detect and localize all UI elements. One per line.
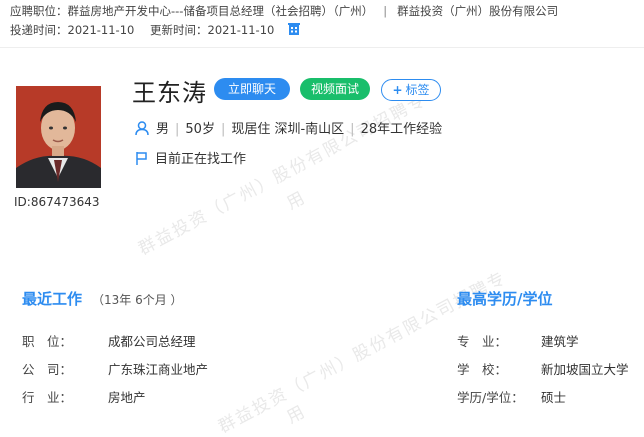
date-line: 投递时间：2021-11-10 更新时间：2021-11-10 bbox=[10, 22, 300, 38]
work-company-label: 公 司： bbox=[22, 362, 73, 377]
edu-major-label: 专 业： bbox=[457, 334, 508, 349]
update-date: 2021-11-10 bbox=[207, 23, 275, 37]
work-position-value: 成都公司总经理 bbox=[108, 334, 196, 349]
separator: | bbox=[383, 4, 388, 18]
plus-icon: + bbox=[392, 83, 403, 97]
candidate-info: 男 | 50岁 | 现居住 深圳-南山区 | 28年工作经验 bbox=[135, 118, 442, 137]
candidate-name: 王东涛 bbox=[132, 79, 207, 107]
work-industry-label: 行 业： bbox=[22, 390, 73, 405]
chat-now-button[interactable]: 立即聊天 bbox=[214, 78, 290, 100]
avatar-photo bbox=[16, 86, 101, 188]
position-line: 应聘职位：群益房地产开发中心---储备项目总经理（社会招聘）（广州） | 群益投资（… bbox=[10, 3, 558, 19]
edu-degree-label: 学历/学位： bbox=[457, 390, 524, 405]
work-industry-value: 房地产 bbox=[108, 390, 146, 405]
edu-school-value: 新加坡国立大学 bbox=[541, 362, 629, 377]
building-icon[interactable] bbox=[288, 23, 300, 36]
video-interview-button[interactable]: 视频面试 bbox=[300, 78, 370, 100]
work-company-value: 广东珠江商业地产 bbox=[108, 362, 209, 377]
submit-date: 2021-11-10 bbox=[67, 23, 135, 37]
watermark-text: 群益投资（广州）股份有限公司招聘专 bbox=[135, 90, 430, 260]
watermark-text-4: 用 bbox=[283, 401, 310, 428]
company-name: 群益投资（广州）股份有限公司 bbox=[397, 4, 559, 18]
work-position-label: 职 位： bbox=[22, 334, 73, 349]
residence: 现居住 深圳-南山区 bbox=[231, 122, 345, 137]
position-label: 应聘职位： bbox=[10, 4, 68, 18]
education-title: 最高学历/学位 bbox=[457, 290, 553, 308]
candidate-id: ID:867473643 bbox=[14, 195, 100, 209]
add-tag-button[interactable]: + 标签 bbox=[381, 79, 441, 101]
add-tag-label: 标签 bbox=[405, 83, 430, 97]
gender: 男 bbox=[156, 122, 170, 137]
edu-school-label: 学 校： bbox=[457, 362, 508, 377]
edu-major-value: 建筑学 bbox=[541, 334, 579, 349]
age: 50岁 bbox=[185, 122, 215, 137]
submit-label: 投递时间： bbox=[10, 23, 68, 37]
person-icon bbox=[135, 121, 149, 136]
position-value: 群益房地产开发中心---储备项目总经理（社会招聘）（广州） bbox=[67, 4, 374, 18]
update-label: 更新时间： bbox=[150, 23, 208, 37]
experience: 28年工作经验 bbox=[360, 122, 443, 137]
edu-degree-value: 硕士 bbox=[541, 390, 567, 405]
job-status: 目前正在找工作 bbox=[135, 148, 246, 167]
flag-icon bbox=[136, 152, 147, 165]
recent-work-duration: （13年 6个月 ） bbox=[92, 293, 183, 307]
recent-work-title: 最近工作 bbox=[22, 290, 83, 308]
avatar bbox=[16, 86, 101, 188]
application-header: 应聘职位：群益房地产开发中心---储备项目总经理（社会招聘）（广州） | 群益投资（… bbox=[0, 0, 644, 48]
job-status-text: 目前正在找工作 bbox=[155, 152, 247, 167]
watermark-text-2: 用 bbox=[283, 187, 310, 214]
